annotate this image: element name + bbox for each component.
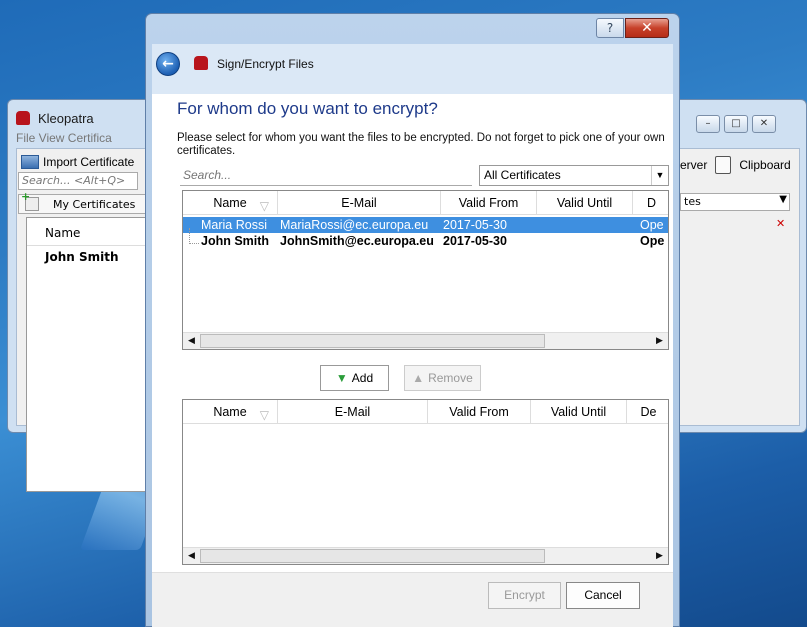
maximize-icon[interactable]: □ — [724, 115, 748, 133]
column-label: Name — [213, 196, 247, 210]
add-button[interactable]: ▼ Add — [320, 365, 389, 391]
scroll-thumb[interactable] — [200, 549, 545, 563]
import-label: Import Certificate — [43, 155, 135, 169]
selected-recipients-list: Name ▽ E-Mail Valid From Valid Until De ◀… — [182, 399, 669, 565]
table-row[interactable]: John Smith JohnSmith@ec.europa.eu 2017-0… — [183, 233, 668, 249]
chevron-down-icon: ▼ — [779, 194, 787, 205]
column-header-valid-until[interactable]: Valid Until — [537, 191, 633, 215]
my-certificates-label: My Certificates — [53, 198, 136, 211]
remove-icon[interactable]: ✕ — [776, 217, 785, 230]
clipboard-label[interactable]: Clipboard — [739, 158, 790, 172]
dialog-footer: Encrypt Cancel — [152, 572, 673, 627]
sort-icon: ▽ — [259, 408, 269, 422]
scroll-thumb[interactable] — [200, 334, 545, 348]
dialog-header: ← Sign/Encrypt Files — [152, 44, 673, 94]
column-header-details[interactable]: De — [627, 400, 668, 424]
close-icon[interactable]: ✕ — [752, 115, 776, 133]
chevron-down-icon[interactable]: ▼ — [651, 166, 668, 185]
kleopatra-filter-combo[interactable]: tes ▼ — [680, 193, 790, 211]
search-input[interactable] — [180, 165, 472, 186]
cell-details: Ope — [640, 218, 664, 232]
horizontal-scrollbar[interactable]: ◀ ▶ — [183, 332, 668, 349]
certificate-filter-select[interactable]: All Certificates ▼ — [479, 165, 669, 186]
encrypt-button[interactable]: Encrypt — [488, 582, 561, 609]
cell-email: MariaRossi@ec.europa.eu — [280, 218, 429, 232]
sign-encrypt-dialog: ? ✕ ← Sign/Encrypt Files For whom do you… — [145, 13, 680, 627]
column-header-name[interactable]: Name ▽ — [183, 191, 278, 215]
kleopatra-icon — [194, 56, 208, 70]
column-header-details[interactable]: D — [633, 191, 668, 215]
import-icon — [21, 155, 39, 169]
kleopatra-col-name[interactable]: Name — [27, 218, 145, 246]
kleopatra-row[interactable]: John Smith — [45, 250, 119, 264]
table-header: Name ▽ E-Mail Valid From Valid Until D — [183, 191, 668, 215]
scroll-left-icon[interactable]: ◀ — [183, 548, 200, 564]
kleopatra-search-input[interactable]: Search... <Alt+Q> — [18, 172, 138, 190]
column-label: Name — [213, 405, 247, 419]
kleopatra-app-icon — [16, 111, 30, 125]
column-header-email[interactable]: E-Mail — [278, 400, 428, 424]
minimize-icon[interactable]: – — [696, 115, 720, 133]
back-arrow-icon: ← — [162, 56, 174, 72]
cell-name: John Smith — [201, 234, 270, 248]
kleopatra-title: Kleopatra — [38, 111, 94, 126]
import-certificate-button[interactable]: Import Certificate — [21, 155, 134, 169]
kleopatra-right-toolbar: erver Clipboard — [680, 156, 791, 174]
page-description: Please select for whom you want the file… — [177, 132, 665, 157]
clipboard-icon — [715, 156, 732, 174]
plus-icon: + — [21, 190, 31, 203]
cell-name: Maria Rossi — [201, 218, 267, 232]
filter-value: All Certificates — [484, 168, 561, 182]
table-row[interactable]: Maria Rossi MariaRossi@ec.europa.eu 2017… — [183, 217, 668, 233]
available-certificates-list: Name ▽ E-Mail Valid From Valid Until D Ma… — [182, 190, 669, 350]
kleopatra-window-controls: – □ ✕ — [696, 115, 776, 133]
back-button[interactable]: ← — [156, 52, 180, 76]
horizontal-scrollbar[interactable]: ◀ ▶ — [183, 547, 668, 564]
column-header-valid-from[interactable]: Valid From — [441, 191, 537, 215]
column-header-valid-from[interactable]: Valid From — [428, 400, 531, 424]
cell-email: JohnSmith@ec.europa.eu — [280, 234, 434, 248]
cell-valid-from: 2017-05-30 — [443, 234, 507, 248]
add-label: Add — [351, 371, 374, 385]
kleopatra-filter-value: tes — [684, 195, 701, 208]
close-button[interactable]: ✕ — [625, 18, 669, 38]
scroll-left-icon[interactable]: ◀ — [183, 333, 200, 349]
cell-details: Ope — [640, 234, 665, 248]
column-header-valid-until[interactable]: Valid Until — [531, 400, 627, 424]
down-arrow-icon: ▼ — [335, 371, 348, 385]
column-header-email[interactable]: E-Mail — [278, 191, 441, 215]
table-header: Name ▽ E-Mail Valid From Valid Until De — [183, 400, 668, 424]
my-certificates-tab[interactable]: + My Certificates — [18, 190, 148, 214]
scroll-right-icon[interactable]: ▶ — [651, 333, 668, 349]
dialog-title-buttons: ? ✕ — [596, 18, 669, 38]
up-arrow-icon: ▲ — [412, 371, 425, 385]
kleopatra-certificate-list: Name John Smith — [26, 217, 146, 492]
column-header-name[interactable]: Name ▽ — [183, 400, 278, 424]
remove-label: Remove — [428, 371, 473, 385]
kleopatra-menu[interactable]: File View Certifica — [16, 131, 112, 145]
remove-button[interactable]: ▲ Remove — [404, 365, 481, 391]
dialog-title: Sign/Encrypt Files — [217, 57, 314, 71]
scroll-right-icon[interactable]: ▶ — [651, 548, 668, 564]
cancel-button[interactable]: Cancel — [566, 582, 640, 609]
server-label[interactable]: erver — [680, 158, 707, 172]
dialog-content: For whom do you want to encrypt? Please … — [152, 94, 673, 627]
help-button[interactable]: ? — [596, 18, 624, 38]
page-title: For whom do you want to encrypt? — [177, 99, 438, 118]
sort-icon: ▽ — [259, 199, 269, 213]
cell-valid-from: 2017-05-30 — [443, 218, 507, 232]
